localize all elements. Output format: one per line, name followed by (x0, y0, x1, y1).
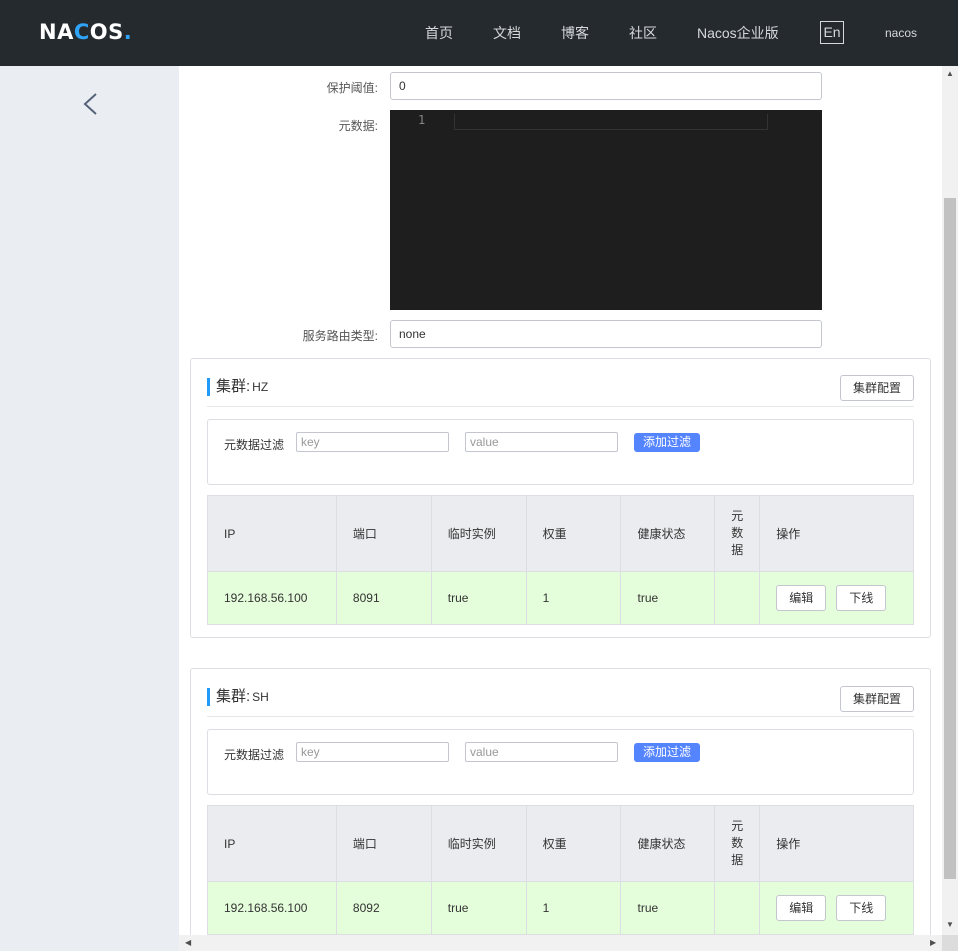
cell-port: 8091 (335, 571, 432, 625)
nav-enterprise[interactable]: Nacos企业版 (697, 23, 779, 43)
cluster-title-label: 集群: (216, 688, 251, 705)
metadata-filter-label: 元数据过滤 (224, 438, 285, 452)
cell-metadata (714, 571, 761, 625)
cluster-name: SH (252, 690, 269, 704)
cell-weight: 1 (525, 881, 622, 935)
col-health: 健康状态 (620, 805, 716, 882)
cell-health: true (620, 571, 716, 625)
offline-button[interactable]: 下线 (836, 585, 887, 611)
logo-dot: . (123, 20, 133, 44)
nav-home[interactable]: 首页 (425, 23, 453, 43)
col-metadata: 元数据 (714, 495, 761, 572)
col-port: 端口 (335, 805, 432, 882)
top-navbar: NA C OS. 首页 文档 博客 社区 Nacos企业版 En nacos (0, 0, 958, 66)
cluster-title-label: 集群: (216, 378, 251, 395)
filter-key-input[interactable]: key (296, 742, 449, 762)
chevron-left-icon[interactable] (82, 93, 100, 115)
cell-ephemeral: true (430, 881, 527, 935)
col-ip: IP (207, 495, 337, 572)
cluster-card: 集群: SH 集群配置 元数据过滤 key value 添加过滤 IP 端口 临时… (190, 668, 931, 935)
cluster-title: 集群: HZ (207, 378, 268, 396)
add-filter-button[interactable]: 添加过滤 (634, 433, 700, 452)
col-ip: IP (207, 805, 337, 882)
cluster-name: HZ (252, 380, 269, 394)
table-header-row: IP 端口 临时实例 权重 健康状态 元数据 操作 (207, 495, 914, 572)
divider (207, 406, 914, 407)
cell-ip: 192.168.56.100 (207, 571, 337, 625)
logo-text: OS (89, 20, 124, 44)
offline-button[interactable]: 下线 (836, 895, 887, 921)
scroll-up-arrow-icon[interactable]: ▲ (946, 70, 954, 78)
cell-health: true (620, 881, 716, 935)
nav-docs[interactable]: 文档 (493, 23, 521, 43)
instance-table: IP 端口 临时实例 权重 健康状态 元数据 操作 192.168.56.100… (207, 805, 914, 935)
filter-value-input[interactable]: value (465, 432, 618, 452)
editor-current-line (454, 114, 768, 130)
col-metadata: 元数据 (714, 805, 761, 882)
scroll-down-arrow-icon[interactable]: ▼ (946, 921, 954, 929)
nav-blog[interactable]: 博客 (561, 23, 589, 43)
metadata-label: 元数据: (338, 119, 378, 133)
cluster-config-button[interactable]: 集群配置 (840, 686, 914, 712)
route-type-label: 服务路由类型: (302, 329, 378, 343)
language-switch-button[interactable]: En (820, 21, 844, 44)
filter-key-input[interactable]: key (296, 432, 449, 452)
editor-line-number: 1 (418, 113, 426, 127)
col-ephemeral: 临时实例 (430, 805, 527, 882)
instance-table: IP 端口 临时实例 权重 健康状态 元数据 操作 192.168.56.100… (207, 495, 914, 625)
col-weight: 权重 (525, 495, 622, 572)
threshold-label: 保护阈值: (326, 81, 378, 95)
horizontal-scrollbar[interactable] (179, 935, 942, 951)
logo-text: NA (39, 20, 74, 44)
vertical-scrollbar-thumb[interactable] (944, 198, 956, 879)
nacos-logo[interactable]: NA C OS. (39, 20, 132, 44)
route-type-input[interactable]: none (390, 320, 822, 348)
cluster-config-button[interactable]: 集群配置 (840, 375, 914, 401)
scroll-right-arrow-icon[interactable]: ▶ (930, 939, 936, 947)
scrollbar-corner (942, 935, 958, 951)
metadata-code-editor[interactable]: 1 (390, 110, 822, 310)
logo-text-accent: C (73, 20, 90, 44)
user-name[interactable]: nacos (885, 26, 917, 40)
edit-button[interactable]: 编辑 (776, 895, 827, 921)
cell-metadata (714, 881, 761, 935)
metadata-filter-panel: 元数据过滤 key value 添加过滤 (207, 729, 914, 795)
cluster-title: 集群: SH (207, 688, 269, 706)
sidebar (0, 66, 179, 951)
scroll-left-arrow-icon[interactable]: ◀ (185, 939, 191, 947)
cell-ip: 192.168.56.100 (207, 881, 337, 935)
threshold-input[interactable]: 0 (390, 72, 822, 100)
col-ephemeral: 临时实例 (430, 495, 527, 572)
cell-weight: 1 (525, 571, 622, 625)
divider (207, 716, 914, 717)
metadata-filter-panel: 元数据过滤 key value 添加过滤 (207, 419, 914, 485)
nav-community[interactable]: 社区 (629, 23, 657, 43)
cell-actions: 编辑 下线 (759, 881, 914, 935)
cell-port: 8092 (335, 881, 432, 935)
table-header-row: IP 端口 临时实例 权重 健康状态 元数据 操作 (207, 805, 914, 882)
table-row: 192.168.56.100 8091 true 1 true 编辑 下线 (207, 571, 914, 625)
cell-actions: 编辑 下线 (759, 571, 914, 625)
col-port: 端口 (335, 495, 432, 572)
edit-button[interactable]: 编辑 (776, 585, 827, 611)
cluster-card: 集群: HZ 集群配置 元数据过滤 key value 添加过滤 IP 端口 临时… (190, 358, 931, 638)
col-actions: 操作 (759, 495, 914, 572)
metadata-filter-label: 元数据过滤 (224, 748, 285, 762)
col-health: 健康状态 (620, 495, 716, 572)
table-row: 192.168.56.100 8092 true 1 true 编辑 下线 (207, 881, 914, 935)
col-weight: 权重 (525, 805, 622, 882)
add-filter-button[interactable]: 添加过滤 (634, 743, 700, 762)
col-actions: 操作 (759, 805, 914, 882)
cell-ephemeral: true (430, 571, 527, 625)
filter-value-input[interactable]: value (465, 742, 618, 762)
service-detail-content: 保护阈值: 0 元数据: 1 服务路由类型: none 集群: HZ 集群配置 元… (179, 66, 942, 935)
